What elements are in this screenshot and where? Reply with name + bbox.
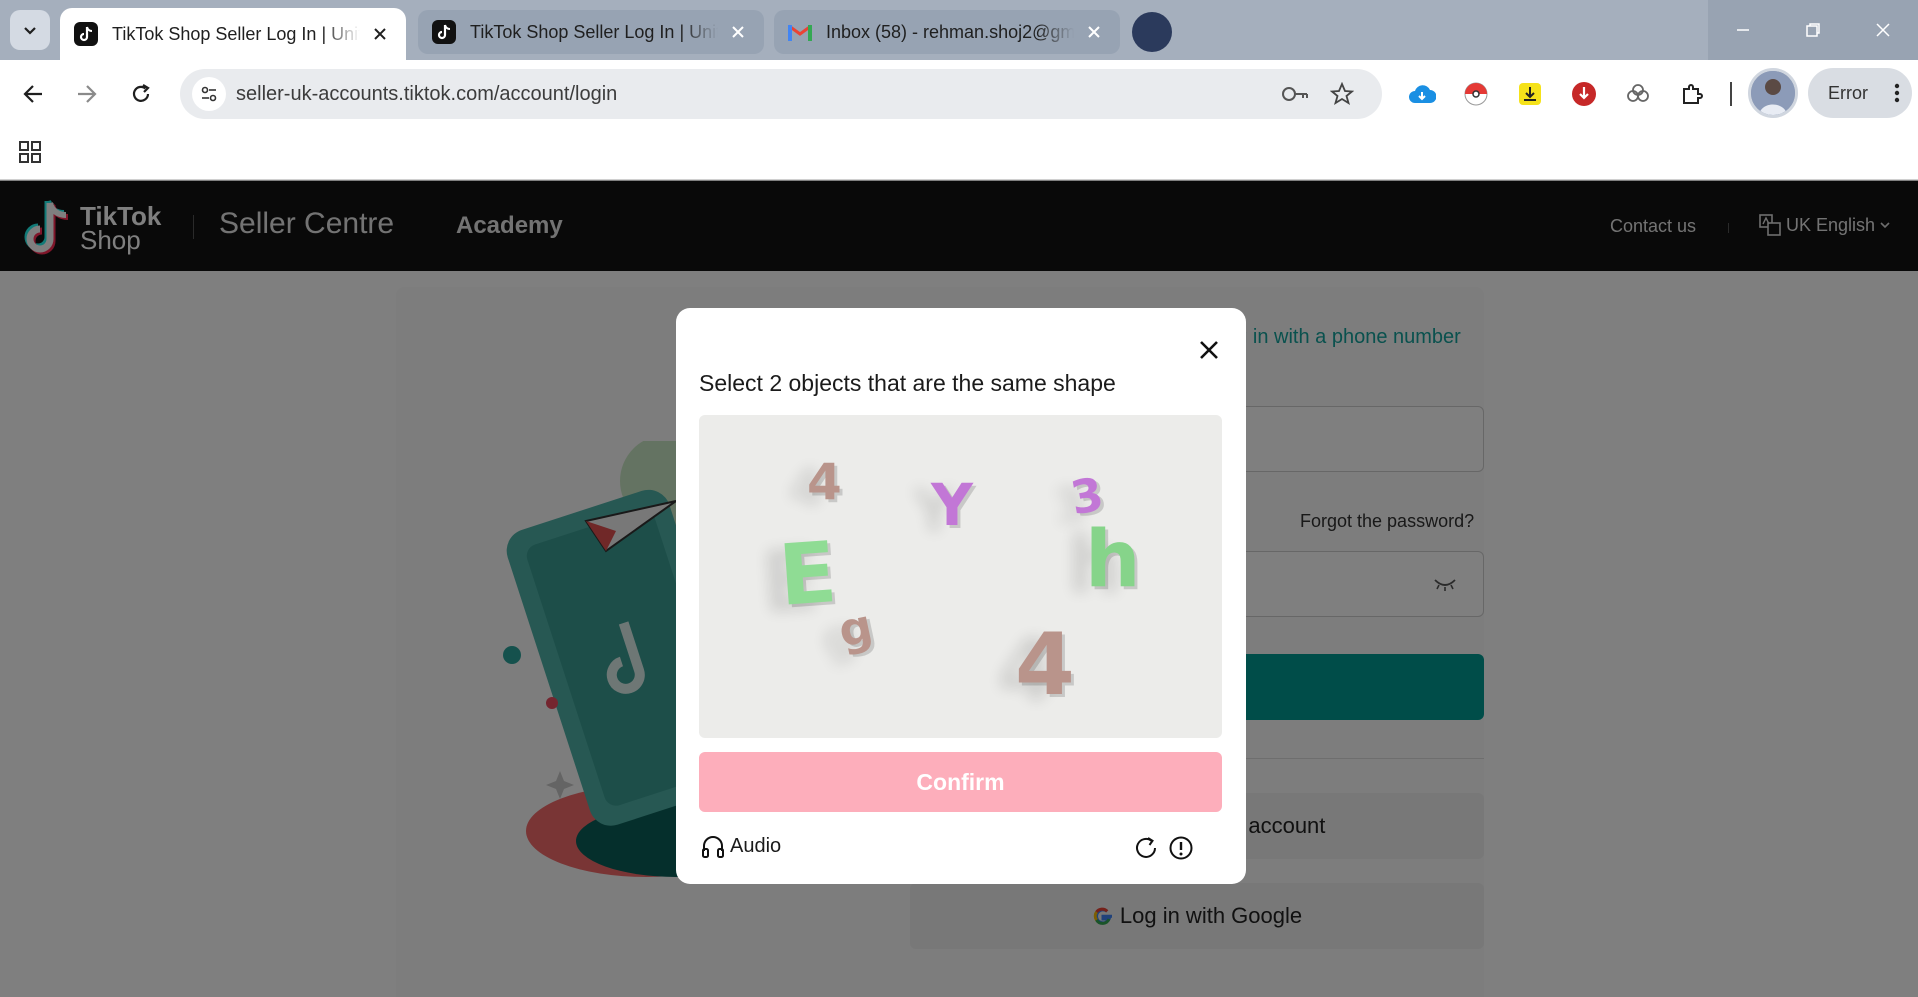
captcha-object-g[interactable]: g xyxy=(834,598,877,658)
pokeball-extension-icon[interactable] xyxy=(1458,76,1494,112)
minimize-icon[interactable] xyxy=(1708,0,1778,60)
browser-tabstrip: TikTok Shop Seller Log In | United TikTo… xyxy=(0,0,1918,60)
apps-grid-icon[interactable] xyxy=(18,140,42,169)
back-icon[interactable] xyxy=(13,74,53,114)
tab-gmail[interactable]: Inbox (58) - rehman.shoj2@gmail.com xyxy=(774,10,1120,54)
forward-icon[interactable] xyxy=(67,74,107,114)
profile-avatar[interactable] xyxy=(1748,68,1798,118)
tiktok-favicon-icon xyxy=(432,20,456,44)
bookmark-star-icon[interactable] xyxy=(1327,79,1357,109)
bookmarks-bar xyxy=(0,128,1918,180)
captcha-object-4-bottom[interactable]: 4 xyxy=(1015,615,1075,715)
headphones-icon xyxy=(702,836,724,858)
info-icon[interactable] xyxy=(1165,832,1197,864)
more-vert-icon[interactable] xyxy=(1894,83,1900,103)
captcha-object-y[interactable]: Y xyxy=(931,471,973,539)
captcha-object-4-top[interactable]: 4 xyxy=(807,453,842,511)
link-extension-icon[interactable] xyxy=(1620,76,1656,112)
tab-close-icon[interactable] xyxy=(1082,20,1106,44)
window-controls xyxy=(1708,0,1918,60)
profile-error-chip[interactable]: Error xyxy=(1808,68,1912,118)
captcha-object-e[interactable]: E xyxy=(776,523,840,625)
error-label: Error xyxy=(1828,82,1868,103)
tab-title: TikTok Shop Seller Log In | United xyxy=(470,21,718,42)
reload-icon[interactable] xyxy=(121,74,161,114)
tiktok-favicon-icon xyxy=(74,22,98,46)
close-icon[interactable] xyxy=(1191,332,1227,368)
browser-toolbar: seller-uk-accounts.tiktok.com/account/lo… xyxy=(0,60,1918,128)
extensions-puzzle-icon[interactable] xyxy=(1674,76,1710,112)
tab-close-icon[interactable] xyxy=(726,20,750,44)
cloud-download-icon[interactable] xyxy=(1404,76,1440,112)
audio-button[interactable]: Audio xyxy=(700,833,781,859)
tab-title: Inbox (58) - rehman.shoj2@gmail.com xyxy=(826,21,1074,42)
audio-label: Audio xyxy=(730,834,782,857)
tab-search-button[interactable] xyxy=(10,10,50,50)
password-key-icon[interactable] xyxy=(1280,79,1310,109)
captcha-title: Select 2 objects that are the same shape xyxy=(699,370,1116,396)
captcha-image[interactable]: 4 Y 3 h E g 4 xyxy=(699,415,1222,738)
refresh-icon[interactable] xyxy=(1130,832,1162,864)
address-bar[interactable]: seller-uk-accounts.tiktok.com/account/lo… xyxy=(180,69,1382,119)
chevron-down-icon xyxy=(24,27,36,35)
tab-close-icon[interactable] xyxy=(368,22,392,46)
gmail-icon xyxy=(788,20,812,44)
tab-tiktok-active[interactable]: TikTok Shop Seller Log In | United xyxy=(60,8,406,60)
captcha-object-h[interactable]: h xyxy=(1085,515,1141,605)
tab-title: TikTok Shop Seller Log In | United xyxy=(112,23,360,44)
new-tab-button[interactable] xyxy=(1132,12,1172,52)
url-text: seller-uk-accounts.tiktok.com/account/lo… xyxy=(236,83,618,105)
window-close-icon[interactable] xyxy=(1848,0,1918,60)
site-info-icon[interactable] xyxy=(192,77,226,111)
captcha-dialog: Select 2 objects that are the same shape… xyxy=(676,308,1246,884)
toolbar-divider xyxy=(1730,82,1732,106)
restore-icon[interactable] xyxy=(1778,0,1848,60)
download-extension-icon[interactable] xyxy=(1512,76,1548,112)
confirm-button[interactable]: Confirm xyxy=(699,752,1222,812)
video-downloader-icon[interactable] xyxy=(1566,76,1602,112)
tab-tiktok-2[interactable]: TikTok Shop Seller Log In | United xyxy=(418,10,764,54)
